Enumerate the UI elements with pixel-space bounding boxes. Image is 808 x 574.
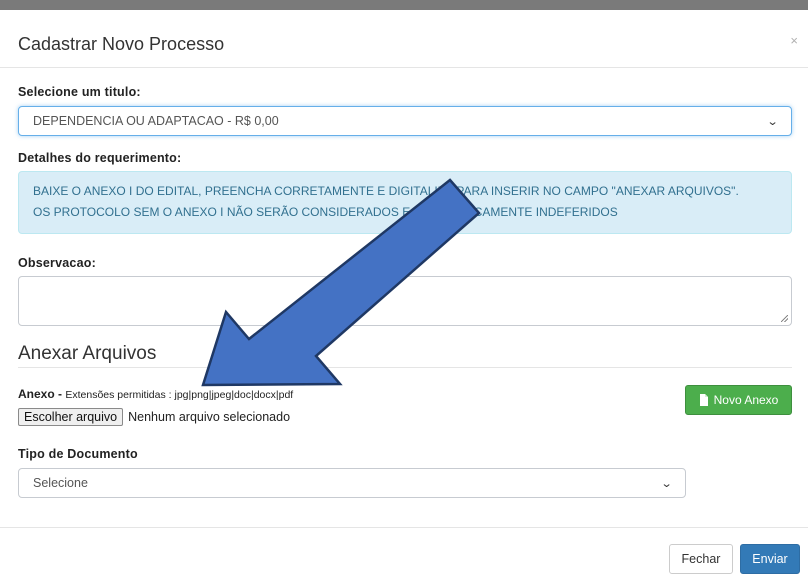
resize-grip-icon[interactable] bbox=[781, 315, 788, 322]
chevron-down-icon: ⌄ bbox=[660, 477, 673, 490]
modal-title: Cadastrar Novo Processo bbox=[18, 34, 225, 54]
tipo-documento-value: Selecione bbox=[33, 476, 88, 490]
window-top-bar bbox=[0, 0, 808, 10]
header-divider bbox=[0, 67, 808, 68]
titulo-select[interactable]: DEPENDENCIA OU ADAPTACAO - R$ 0,00 ⌄ bbox=[18, 106, 792, 136]
titulo-label: Selecione um titulo: bbox=[18, 85, 141, 99]
novo-anexo-label: Novo Anexo bbox=[713, 393, 779, 407]
observacao-label: Observacao: bbox=[18, 256, 96, 270]
detalhes-label: Detalhes do requerimento: bbox=[18, 151, 182, 165]
section-divider bbox=[18, 367, 792, 368]
file-input: Escolher arquivo Nenhum arquivo selecion… bbox=[18, 408, 290, 426]
tipo-documento-select[interactable]: Selecione ⌄ bbox=[18, 468, 686, 498]
file-status: Nenhum arquivo selecionado bbox=[128, 410, 291, 424]
allowed-extensions: Extensões permitidas : jpg|png|jpeg|doc|… bbox=[65, 389, 294, 401]
footer-divider bbox=[0, 527, 808, 528]
choose-file-button[interactable]: Escolher arquivo bbox=[18, 408, 124, 426]
detalhes-line-1: BAIXE O ANEXO I DO EDITAL, PREENCHA CORR… bbox=[33, 184, 739, 198]
close-icon[interactable]: × bbox=[790, 33, 798, 48]
chevron-down-icon: ⌄ bbox=[766, 115, 779, 128]
file-add-icon bbox=[699, 394, 708, 406]
detalhes-info-box: BAIXE O ANEXO I DO EDITAL, PREENCHA CORR… bbox=[18, 171, 792, 234]
anexo-label-text: Anexo - bbox=[18, 387, 63, 401]
tipo-documento-label: Tipo de Documento bbox=[18, 447, 138, 461]
anexo-label: Anexo - Extensões permitidas : jpg|png|j… bbox=[18, 387, 293, 401]
anexar-arquivos-title: Anexar Arquivos bbox=[18, 343, 157, 364]
detalhes-line-2: OS PROTOCOLO SEM O ANEXO I NÃO SERÃO CON… bbox=[33, 205, 618, 219]
novo-anexo-button[interactable]: Novo Anexo bbox=[685, 385, 792, 415]
titulo-select-value: DEPENDENCIA OU ADAPTACAO - R$ 0,00 bbox=[33, 114, 279, 128]
observacao-textarea[interactable] bbox=[18, 276, 792, 326]
